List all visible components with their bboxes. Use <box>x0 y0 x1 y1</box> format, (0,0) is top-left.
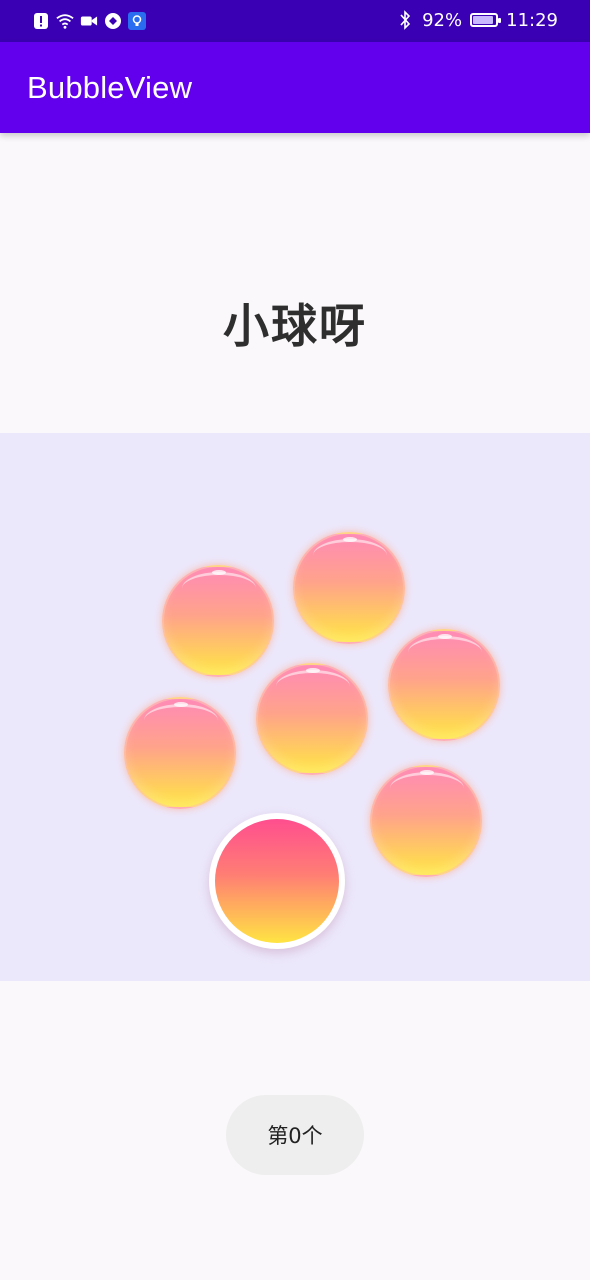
status-icons-left <box>32 10 146 32</box>
vpn-icon <box>104 12 122 30</box>
bubble[interactable] <box>293 532 405 644</box>
counter-button[interactable]: 第0个 <box>226 1095 364 1175</box>
status-bar: 92% 11:29 <box>0 0 590 42</box>
app-title: BubbleView <box>27 70 193 105</box>
bubble[interactable] <box>388 629 500 741</box>
video-icon <box>80 12 98 30</box>
bluetooth-icon <box>396 10 414 30</box>
bubble[interactable] <box>370 765 482 877</box>
alert-icon <box>32 12 50 30</box>
battery-icon <box>470 13 502 27</box>
bubble[interactable] <box>124 697 236 809</box>
page-heading: 小球呀 <box>223 299 367 353</box>
status-icons-right: 92% 11:29 <box>396 8 558 32</box>
bubble-area[interactable] <box>0 433 590 981</box>
battery-level <box>473 16 494 24</box>
bubble[interactable] <box>162 565 274 677</box>
bulb-icon <box>128 12 146 30</box>
app-bar: BubbleView <box>0 42 590 133</box>
bubble[interactable] <box>256 663 368 775</box>
battery-percent: 92% <box>422 9 463 31</box>
clock: 11:29 <box>506 9 558 31</box>
wifi-icon <box>56 12 74 30</box>
main-bubble-fill <box>215 819 339 943</box>
main-bubble[interactable] <box>209 813 345 949</box>
